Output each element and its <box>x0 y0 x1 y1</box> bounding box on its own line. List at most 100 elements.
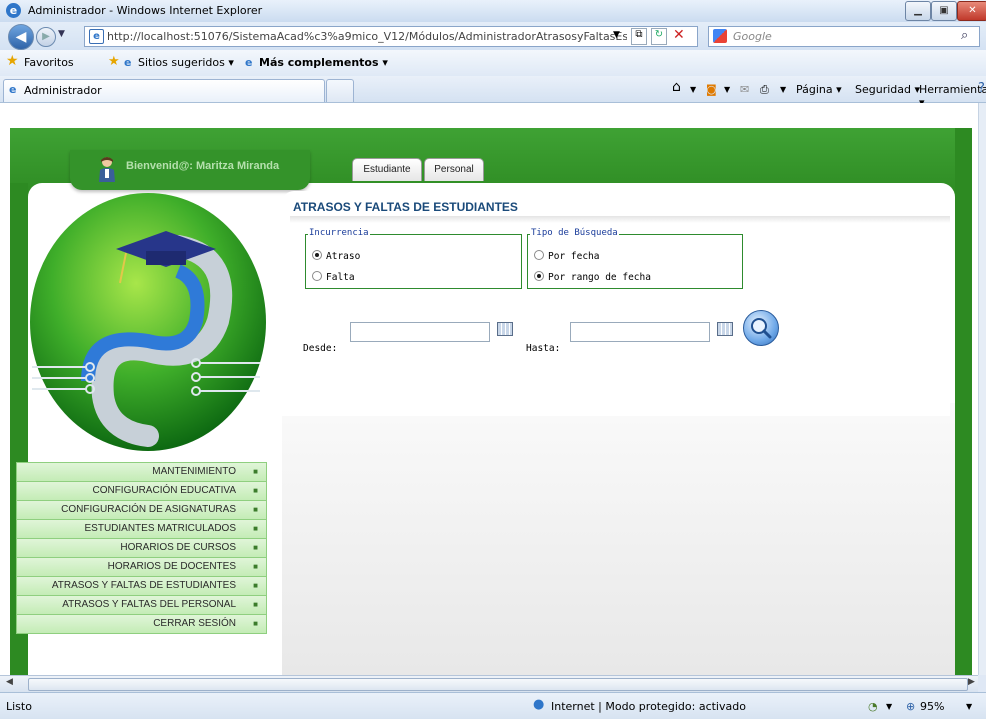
minimize-button[interactable]: ▁ <box>905 1 931 21</box>
menu-item-label: HORARIOS DE DOCENTES <box>107 561 236 572</box>
google-logo-icon <box>713 29 727 43</box>
maximize-button[interactable]: ▣ <box>931 1 957 21</box>
hasta-calendar-icon[interactable] <box>717 322 733 336</box>
zoom-dropdown-icon[interactable]: ▼ <box>966 702 972 711</box>
window-title: Administrador - Windows Internet Explore… <box>28 4 263 17</box>
print-icon[interactable]: ⎙ <box>760 83 769 97</box>
tab-administrador[interactable]: e Administrador <box>3 79 325 102</box>
menu-item-estudiantes-matriculados[interactable]: ESTUDIANTES MATRICULADOS ■ <box>16 520 267 539</box>
add-favorite-icon[interactable]: ★ <box>108 54 120 69</box>
favorites-button[interactable]: Favoritos <box>24 56 74 69</box>
radio-label: Atraso <box>326 251 361 262</box>
horizontal-scrollbar[interactable]: ◀ ▶ <box>0 675 978 692</box>
forward-button[interactable]: ▶ <box>36 27 56 47</box>
status-text: Listo <box>6 700 32 713</box>
incurrencia-legend: Incurrencia <box>308 228 370 238</box>
desde-input[interactable] <box>350 322 490 342</box>
home-icon[interactable]: ⌂ <box>672 79 681 95</box>
menu-item-configuracion-educativa[interactable]: CONFIGURACIÓN EDUCATIVA ■ <box>16 482 267 501</box>
radio-selected-icon[interactable] <box>312 250 322 260</box>
tab-personal[interactable]: Personal <box>424 158 484 181</box>
more-addons-button[interactable]: Más complementos ▾ <box>259 56 388 69</box>
school-logo-icon <box>30 193 266 451</box>
menu-item-horarios-docentes[interactable]: HORARIOS DE DOCENTES ■ <box>16 558 267 577</box>
feeds-dropdown-icon[interactable]: ▼ <box>724 85 730 94</box>
zoom-level[interactable]: 95% <box>920 700 944 713</box>
menu-item-label: CERRAR SESIÓN <box>153 618 236 629</box>
help-icon[interactable]: ? <box>978 81 985 96</box>
protected-mode-icon[interactable]: ◔ <box>868 700 878 713</box>
welcome-box: Bienvenid@: Maritza Miranda <box>70 150 310 190</box>
print-dropdown-icon[interactable]: ▼ <box>780 85 786 94</box>
addons-icon: e <box>245 56 253 69</box>
close-button[interactable]: ✕ <box>957 1 986 21</box>
menu-bullet-icon: ■ <box>253 524 258 533</box>
panel-background <box>282 403 955 675</box>
radio-por-rango-fecha[interactable]: Por rango de fecha <box>534 271 651 283</box>
radio-unselected-icon[interactable] <box>534 250 544 260</box>
ie-logo-icon: e <box>6 3 21 18</box>
menu-item-atrasos-personal[interactable]: ATRASOS Y FALTAS DEL PERSONAL ■ <box>16 596 267 615</box>
menu-item-label: ATRASOS Y FALTAS DEL PERSONAL <box>62 599 236 610</box>
hasta-input[interactable] <box>570 322 710 342</box>
safety-menu[interactable]: Seguridad ▾ <box>855 83 920 96</box>
page-title: ATRASOS Y FALTAS DE ESTUDIANTES <box>293 200 518 214</box>
hasta-label: Hasta: <box>526 343 561 354</box>
new-tab-button[interactable] <box>326 79 354 102</box>
site-right-border <box>955 128 972 675</box>
stop-icon[interactable]: ✕ <box>673 27 685 43</box>
zoom-icon[interactable]: ⊕ <box>906 700 915 713</box>
scroll-left-arrow-icon[interactable]: ◀ <box>6 677 13 687</box>
scroll-right-arrow-icon[interactable]: ▶ <box>968 677 975 687</box>
menu-bullet-icon: ■ <box>253 467 258 476</box>
address-url: http://localhost:51076/SistemaAcad%c3%a9… <box>107 30 627 43</box>
security-zone[interactable]: Internet | Modo protegido: activado <box>551 700 746 713</box>
suggested-sites-button[interactable]: Sitios sugeridos ▾ <box>138 56 234 69</box>
address-input[interactable]: e http://localhost:51076/SistemaAcad%c3%… <box>84 26 698 47</box>
tipo-busqueda-legend: Tipo de Búsqueda <box>530 228 619 238</box>
radio-selected-icon[interactable] <box>534 271 544 281</box>
search-icon[interactable]: ⌕ <box>961 28 968 43</box>
address-dropdown-icon[interactable]: ▼ <box>613 30 620 40</box>
mail-icon[interactable]: ✉ <box>740 83 749 96</box>
home-dropdown-icon[interactable]: ▼ <box>690 85 696 94</box>
back-button[interactable]: ◀ <box>8 24 34 50</box>
feeds-icon[interactable]: ◙ <box>706 83 717 96</box>
page-menu[interactable]: Página ▾ <box>796 83 842 96</box>
search-input[interactable]: Google ⌕ <box>708 26 980 47</box>
compat-view-icon[interactable]: ⧉ <box>631 28 647 45</box>
tipo-busqueda-group: Tipo de Búsqueda Por fecha Por rango de … <box>527 228 743 289</box>
radio-falta[interactable]: Falta <box>312 271 355 283</box>
history-dropdown-icon[interactable]: ▼ <box>58 29 65 39</box>
refresh-icon[interactable]: ↻ <box>651 28 667 45</box>
search-placeholder: Google <box>733 30 772 43</box>
menu-bullet-icon: ■ <box>253 581 258 590</box>
search-button[interactable] <box>743 310 779 346</box>
menu-bullet-icon: ■ <box>253 505 258 514</box>
menu-item-mantenimiento[interactable]: MANTENIMIENTO ■ <box>16 462 267 482</box>
globe-icon: ● <box>533 697 545 712</box>
menu-item-label: HORARIOS DE CURSOS <box>120 542 236 553</box>
menu-item-atrasos-estudiantes[interactable]: ATRASOS Y FALTAS DE ESTUDIANTES ■ <box>16 577 267 596</box>
menu-item-horarios-cursos[interactable]: HORARIOS DE CURSOS ■ <box>16 539 267 558</box>
tab-title: Administrador <box>24 84 102 97</box>
horizontal-scroll-thumb[interactable] <box>28 678 968 691</box>
radio-por-fecha[interactable]: Por fecha <box>534 250 599 262</box>
menu-bullet-icon: ■ <box>253 543 258 552</box>
menu-item-cerrar-sesion[interactable]: CERRAR SESIÓN ■ <box>16 615 267 634</box>
protected-dropdown-icon[interactable]: ▼ <box>886 702 892 711</box>
address-row: ◀ ▶ ▼ e http://localhost:51076/SistemaAc… <box>0 22 986 50</box>
desde-label: Desde: <box>303 343 338 354</box>
side-menu: MANTENIMIENTO ■ CONFIGURACIÓN EDUCATIVA ■ … <box>16 462 267 634</box>
radio-atraso[interactable]: Atraso <box>312 250 360 262</box>
tab-estudiante[interactable]: Estudiante <box>352 158 422 181</box>
incurrencia-group: Incurrencia Atraso Falta <box>305 228 522 289</box>
menu-item-label: ATRASOS Y FALTAS DE ESTUDIANTES <box>51 580 236 591</box>
menu-item-configuracion-asignaturas[interactable]: CONFIGURACIÓN DE ASIGNATURAS ■ <box>16 501 267 520</box>
vertical-scrollbar[interactable] <box>978 103 986 675</box>
radio-unselected-icon[interactable] <box>312 271 322 281</box>
tab-row: e Administrador ⌂ ▼ ◙ ▼ ✉ ⎙ ▼ Página ▾ S… <box>0 76 986 109</box>
desde-calendar-icon[interactable] <box>497 322 513 336</box>
favorites-star-icon[interactable]: ★ <box>6 53 19 69</box>
favorites-bar: ★ Favoritos ★ e Sitios sugeridos ▾ e Más… <box>0 50 986 77</box>
